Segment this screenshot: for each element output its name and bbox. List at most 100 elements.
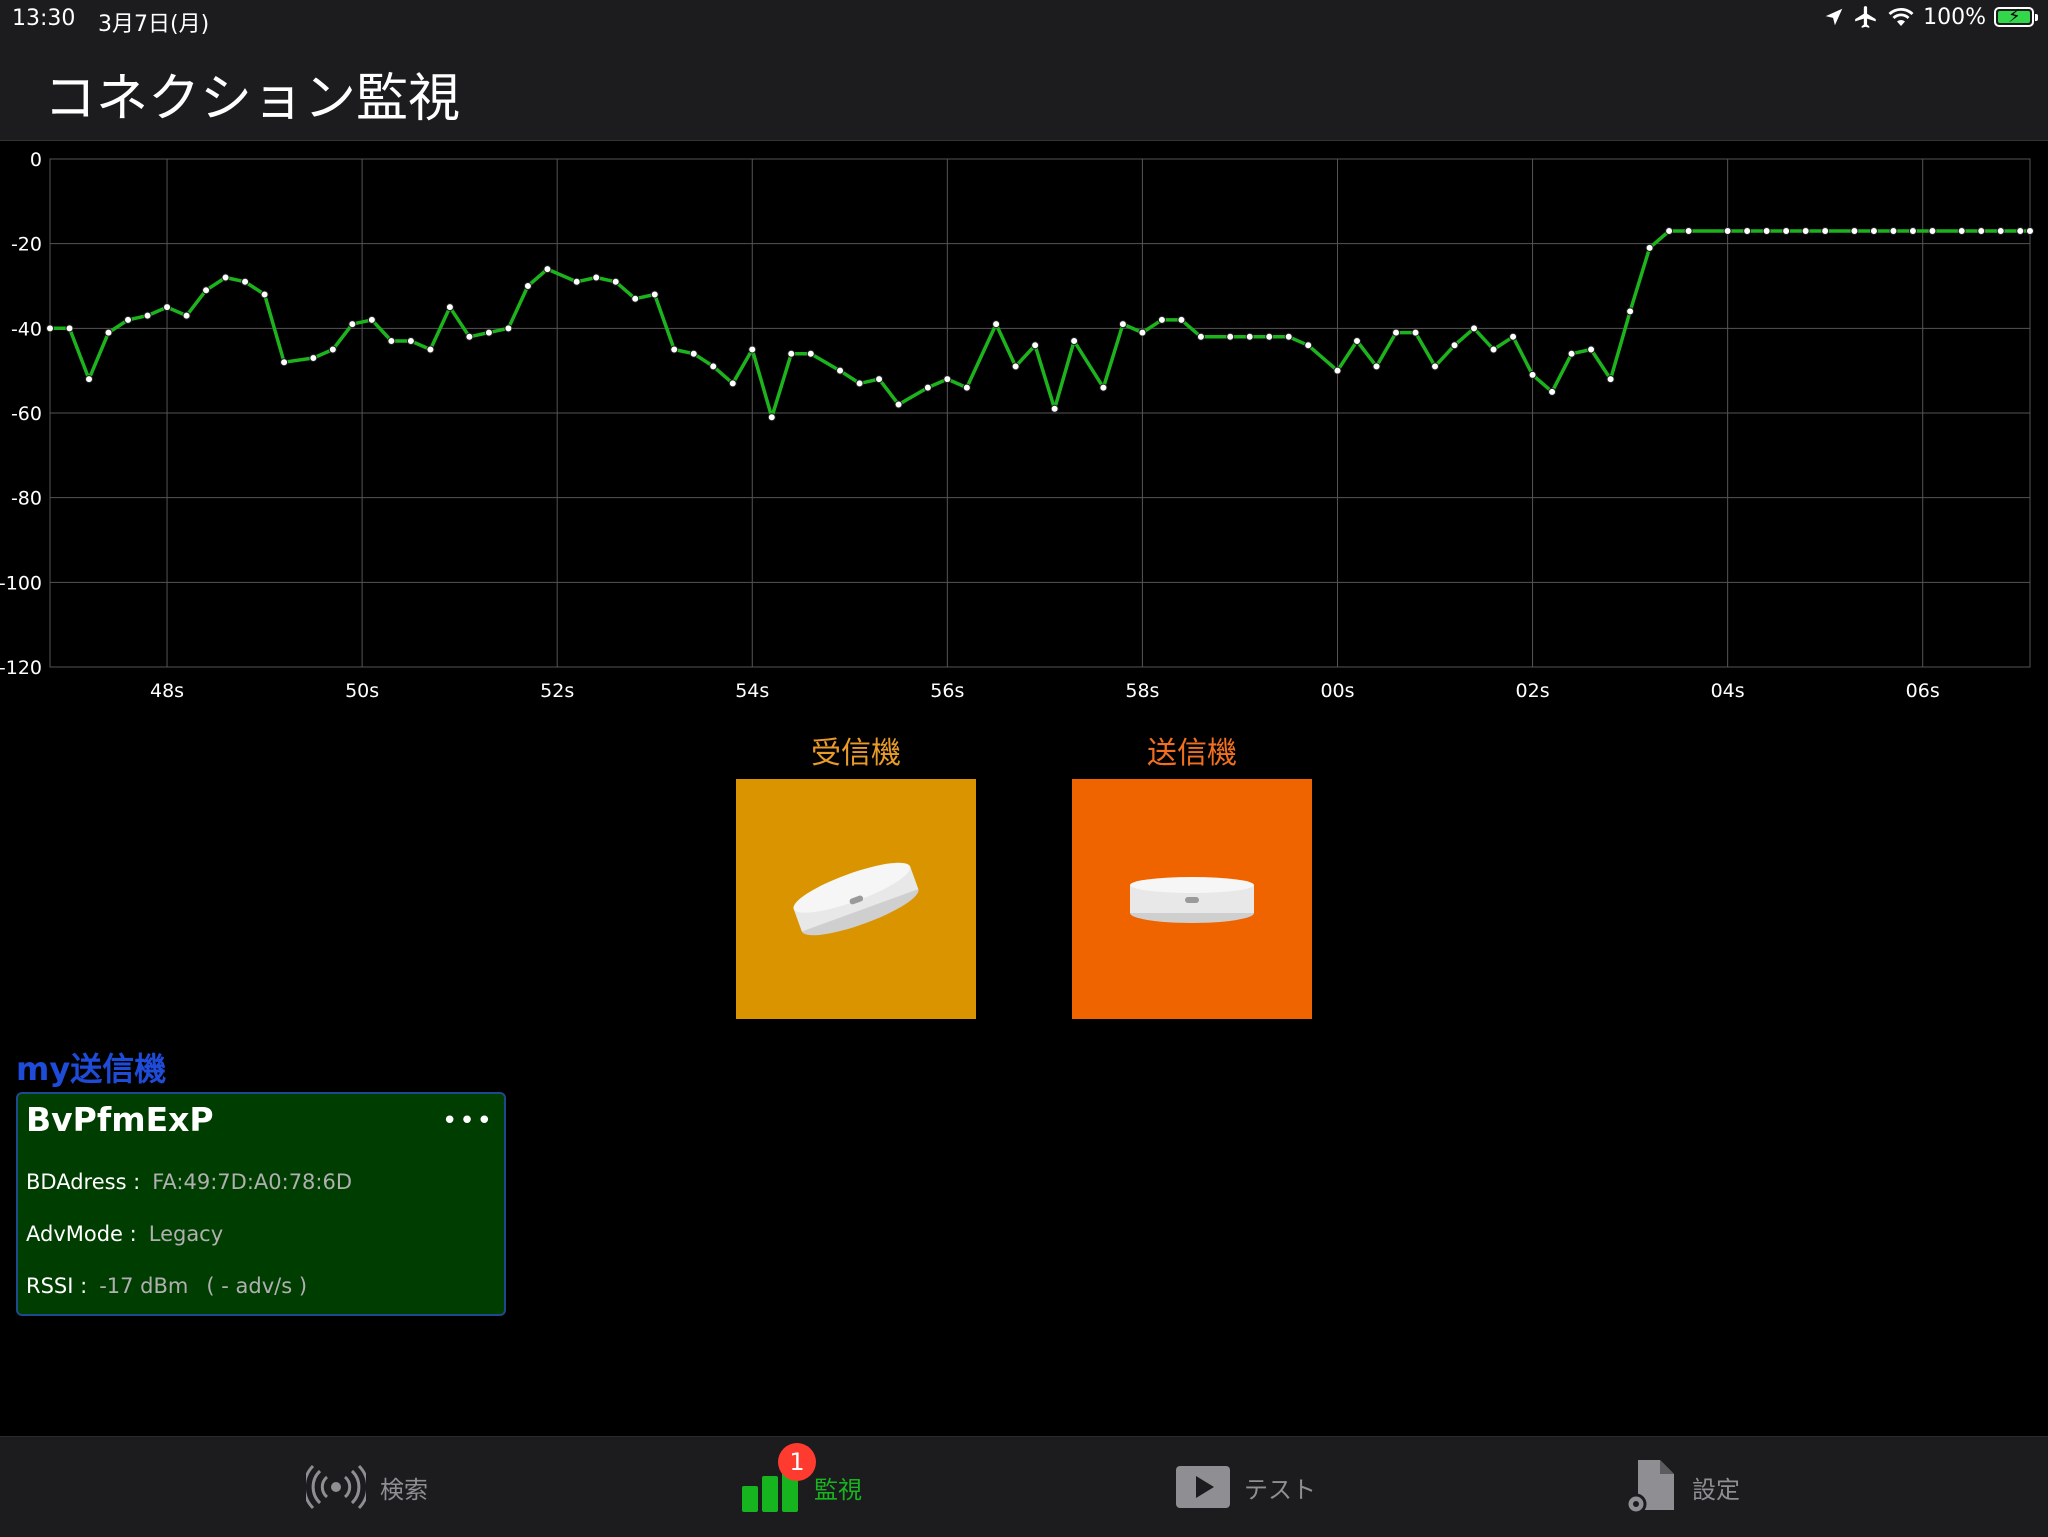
data-point bbox=[46, 324, 54, 333]
data-point bbox=[962, 383, 971, 392]
data-point bbox=[406, 337, 415, 346]
rssi-line bbox=[50, 229, 2030, 419]
data-point bbox=[465, 332, 474, 341]
data-point bbox=[923, 383, 932, 392]
x-tick-label: 54s bbox=[735, 680, 769, 702]
data-point bbox=[1782, 226, 1791, 235]
data-point bbox=[1684, 226, 1693, 235]
y-tick-label: 0 bbox=[30, 149, 42, 171]
data-point bbox=[1908, 226, 1917, 235]
data-point bbox=[348, 320, 357, 329]
data-point bbox=[1450, 341, 1459, 350]
adv-mode-value: Legacy bbox=[148, 1222, 224, 1246]
data-point bbox=[728, 379, 737, 388]
data-point bbox=[1011, 362, 1020, 371]
tab-settings-label: 設定 bbox=[1692, 1475, 1740, 1504]
data-point bbox=[855, 379, 864, 388]
tab-test[interactable]: テスト bbox=[1176, 1437, 1316, 1537]
tab-monitor[interactable]: 監視 1 bbox=[740, 1437, 862, 1537]
data-point bbox=[1889, 226, 1898, 235]
tab-settings[interactable]: 設定 bbox=[1624, 1437, 1740, 1537]
data-point bbox=[1333, 366, 1342, 375]
status-icons: 100% ⚡ bbox=[1823, 4, 2038, 30]
data-point bbox=[1489, 345, 1498, 354]
data-point bbox=[1245, 332, 1254, 341]
charging-bolt-icon: ⚡ bbox=[2008, 6, 2021, 27]
data-point bbox=[806, 349, 815, 358]
bd-address-value: FA:49:7D:A0:78:6D bbox=[152, 1170, 353, 1194]
tab-bar: 検索 監視 1 テスト 設定 bbox=[0, 1436, 2048, 1537]
data-point bbox=[1548, 387, 1557, 396]
bd-address-label: BDAdress : bbox=[26, 1170, 141, 1194]
data-point bbox=[1352, 337, 1361, 346]
adv-mode-row: AdvMode : Legacy bbox=[26, 1222, 223, 1246]
x-tick-label: 50s bbox=[345, 680, 379, 702]
sender-tile[interactable] bbox=[1072, 779, 1312, 1019]
x-tick-label: 48s bbox=[150, 680, 184, 702]
data-point bbox=[1665, 226, 1674, 235]
data-point bbox=[1177, 315, 1186, 324]
data-point bbox=[504, 324, 513, 333]
data-point bbox=[1138, 328, 1147, 337]
data-point bbox=[1031, 341, 1040, 350]
data-point bbox=[1996, 226, 2005, 235]
data-point bbox=[1928, 226, 1937, 235]
chart-series bbox=[46, 226, 2034, 422]
settings-doc-icon bbox=[1625, 1460, 1674, 1515]
data-point bbox=[1801, 226, 1810, 235]
data-point bbox=[523, 282, 532, 290]
data-point bbox=[1157, 315, 1166, 324]
data-point bbox=[241, 277, 250, 286]
status-bar: 13:30 3月7日(月) 100% ⚡ bbox=[0, 0, 2048, 40]
broadcast-icon bbox=[306, 1464, 366, 1510]
data-point bbox=[328, 345, 337, 354]
y-tick-label: -40 bbox=[11, 318, 42, 340]
data-point bbox=[1977, 226, 1986, 235]
x-tick-label: 00s bbox=[1320, 680, 1354, 702]
data-point bbox=[1762, 226, 1771, 235]
x-tick-label: 02s bbox=[1516, 680, 1550, 702]
tab-search[interactable]: 検索 bbox=[306, 1437, 428, 1537]
data-point bbox=[124, 315, 133, 324]
data-point bbox=[894, 400, 903, 409]
device-card[interactable]: BvPfmExP ••• BDAdress : FA:49:7D:A0:78:6D… bbox=[16, 1092, 506, 1316]
data-point bbox=[182, 311, 191, 320]
adv-rate-value: ( - adv/s ) bbox=[206, 1274, 308, 1298]
data-point bbox=[1528, 370, 1537, 379]
data-point bbox=[689, 349, 698, 358]
data-point bbox=[1821, 226, 1830, 235]
tab-monitor-label: 監視 bbox=[814, 1475, 862, 1504]
data-point bbox=[260, 290, 269, 299]
battery-percent: 100% bbox=[1923, 4, 1986, 30]
y-tick-label: -80 bbox=[11, 488, 42, 510]
receiver-tile[interactable] bbox=[736, 779, 976, 1019]
data-point bbox=[992, 320, 1001, 329]
data-point bbox=[202, 286, 211, 295]
device-name: BvPfmExP bbox=[26, 1100, 214, 1139]
more-options-icon[interactable]: ••• bbox=[442, 1106, 494, 1136]
wifi-icon bbox=[1888, 7, 1914, 26]
data-point bbox=[748, 345, 757, 354]
data-point bbox=[1567, 349, 1576, 358]
data-point bbox=[163, 303, 172, 312]
notification-badge: 1 bbox=[778, 1443, 816, 1481]
status-date: 3月7日(月) bbox=[98, 12, 210, 37]
page-title: コネクション監視 bbox=[44, 69, 461, 129]
data-point bbox=[1587, 345, 1596, 354]
data-point bbox=[836, 366, 845, 375]
y-tick-label: -20 bbox=[11, 234, 42, 256]
bd-address-row: BDAdress : FA:49:7D:A0:78:6D bbox=[26, 1170, 352, 1194]
data-point bbox=[2026, 226, 2034, 235]
data-point bbox=[104, 328, 113, 337]
data-point bbox=[484, 328, 493, 337]
data-point bbox=[1226, 332, 1235, 341]
play-icon bbox=[1176, 1466, 1230, 1508]
tab-search-label: 検索 bbox=[380, 1475, 428, 1504]
rssi-value: -17 dBm bbox=[99, 1274, 189, 1298]
data-point bbox=[572, 277, 581, 286]
battery-icon: ⚡ bbox=[1994, 6, 2038, 27]
rssi-chart: 0 -20 -40 -60 -80 -100 -120 48s 50s 52s 54s 56s 58s… bbox=[0, 149, 2034, 702]
data-point bbox=[1304, 341, 1313, 350]
sender-label: 送信機 bbox=[1147, 736, 1237, 771]
receiver-label: 受信機 bbox=[811, 736, 901, 771]
